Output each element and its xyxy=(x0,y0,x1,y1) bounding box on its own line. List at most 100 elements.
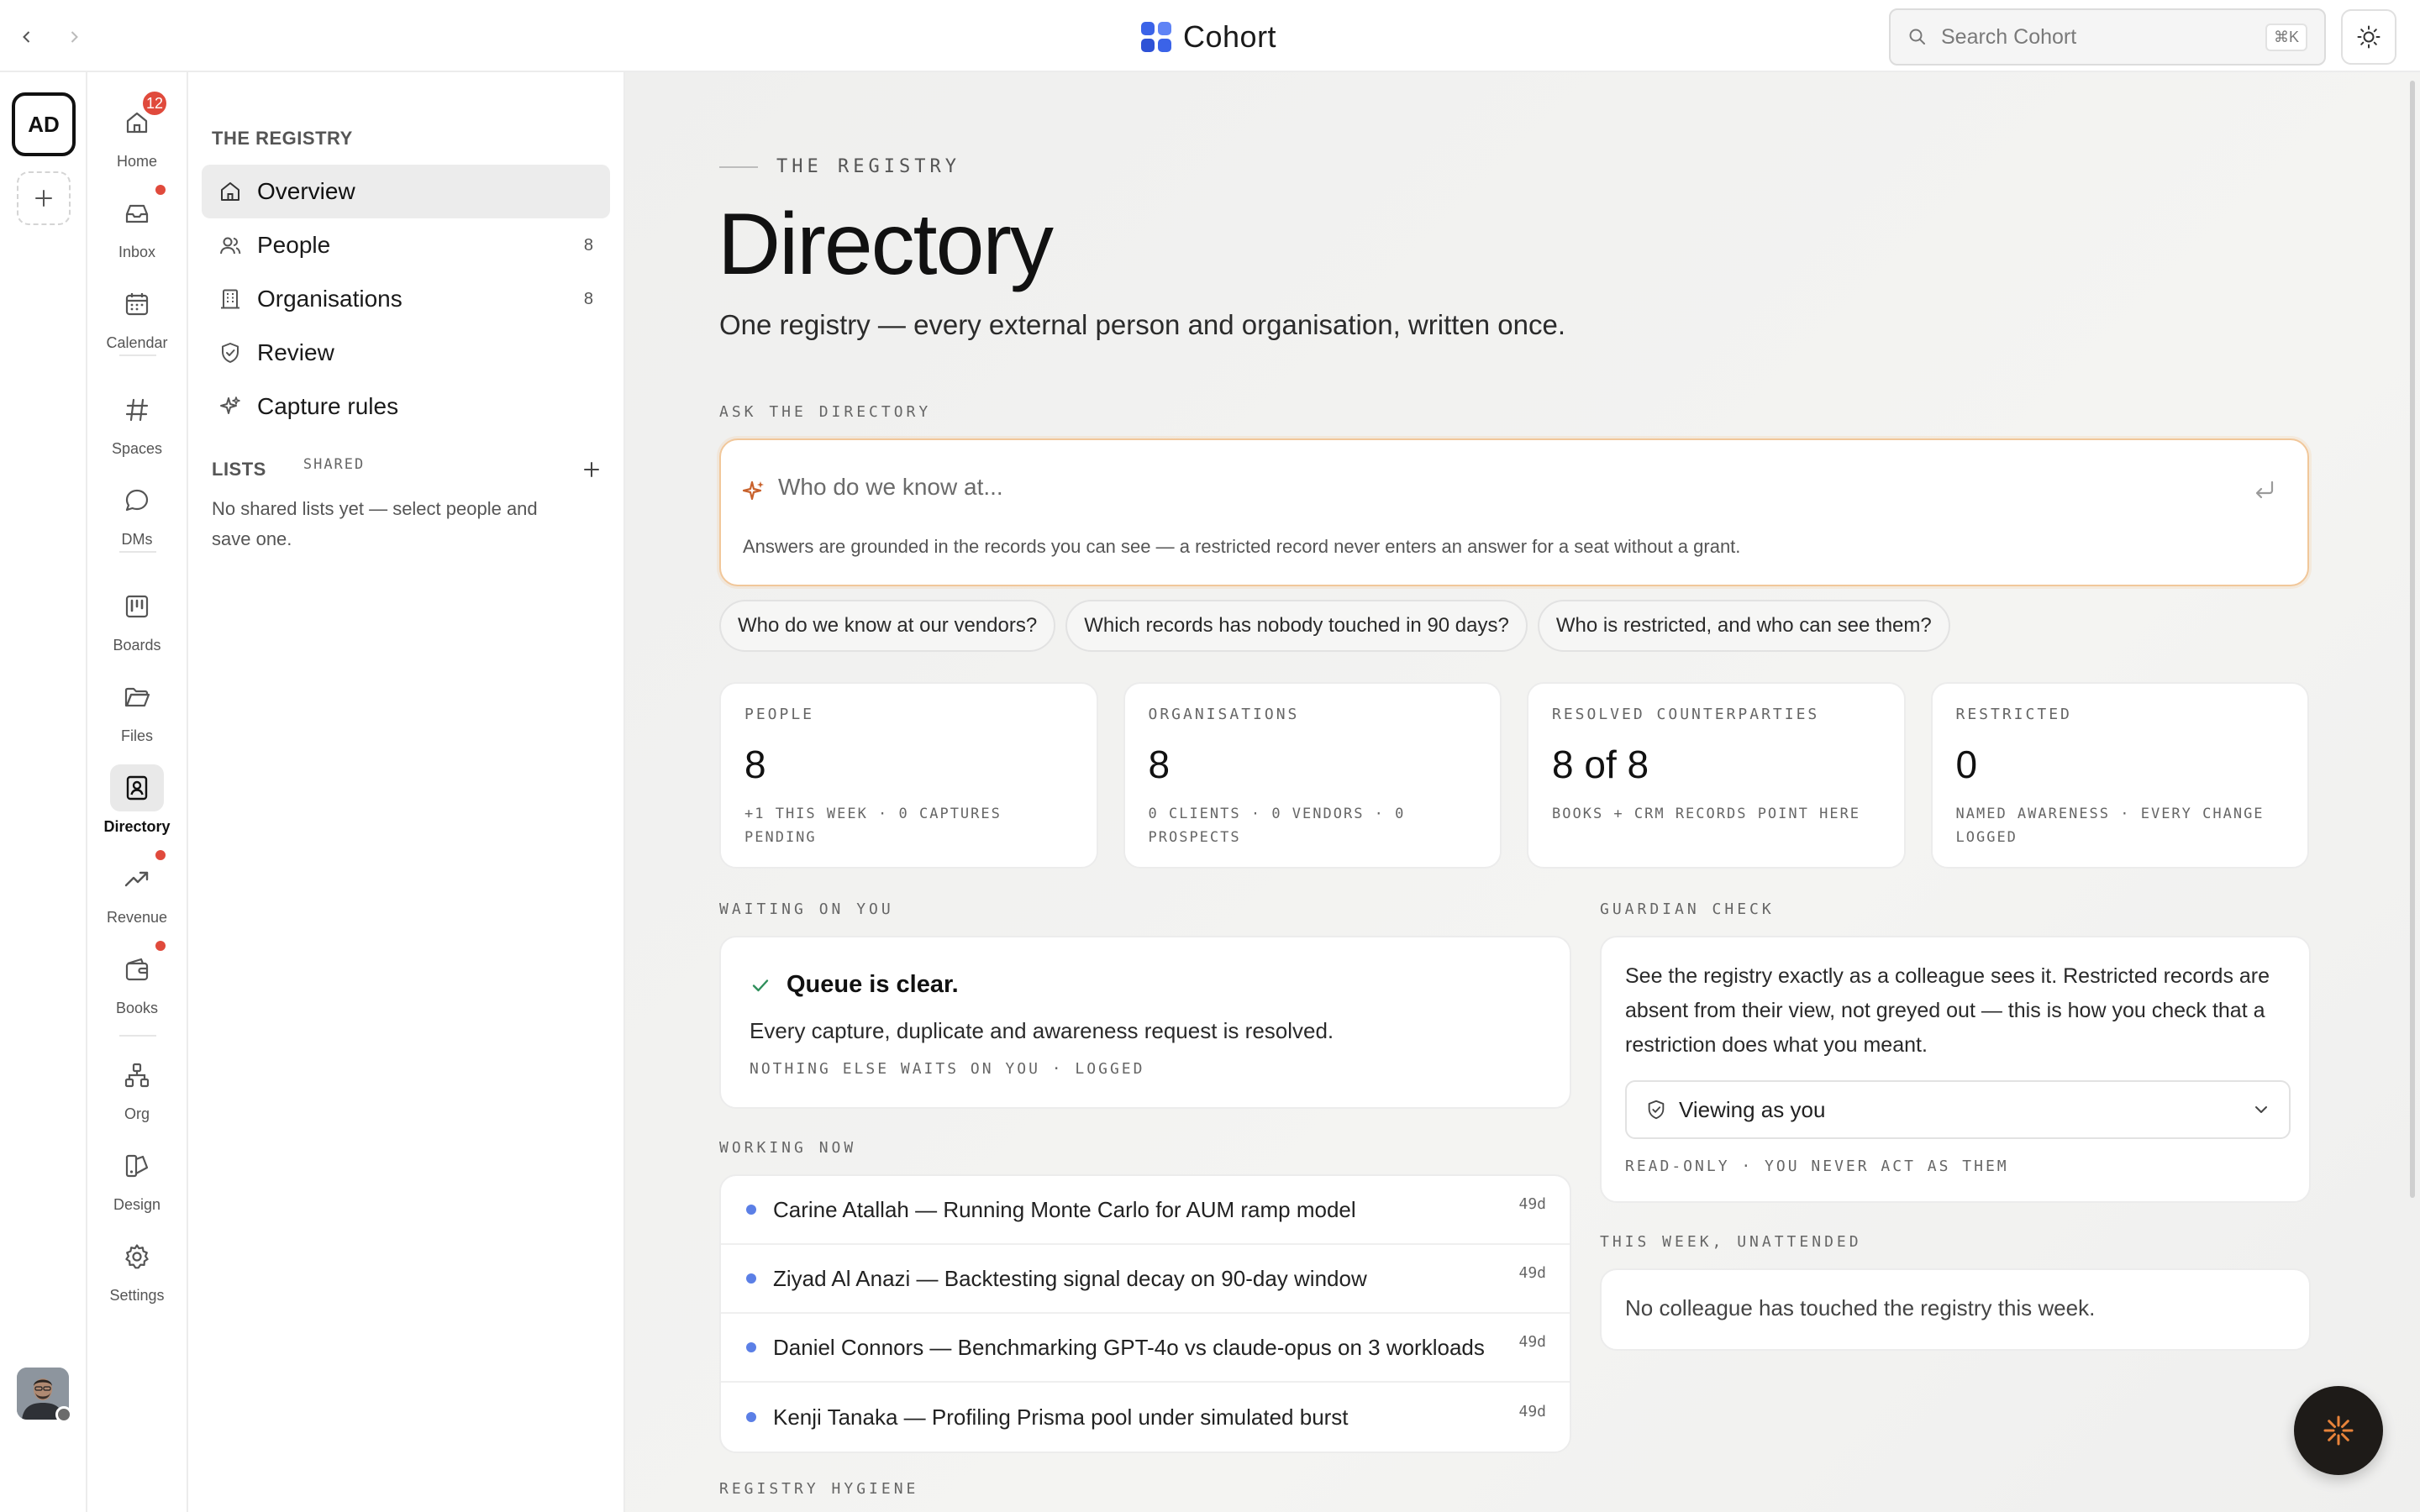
nav-label-books: Books xyxy=(115,1000,159,1016)
stat-note: NAMED AWARENESS · EVERY CHANGE LOGGED xyxy=(1955,806,2265,846)
working-list: Carine Atallah — Running Monte Carlo for… xyxy=(719,1174,1571,1453)
work-item-text: Daniel Connors — Benchmarking GPT-4o vs … xyxy=(773,1334,1485,1360)
sparkle-icon xyxy=(220,396,240,414)
plus-icon xyxy=(584,462,599,477)
nav-label-org: Org xyxy=(124,1105,150,1122)
suggestion-chip[interactable]: Which records has nobody touched in 90 d… xyxy=(1065,600,1528,652)
sidebar-item-people[interactable]: People 8 xyxy=(202,218,610,272)
forward-button[interactable] xyxy=(57,20,91,54)
shield-check-icon xyxy=(1648,1100,1665,1120)
list-item[interactable]: Carine Atallah — Running Monte Carlo for… xyxy=(721,1176,1570,1245)
ask-section-label: ASK THE DIRECTORY xyxy=(719,403,932,421)
work-item-age: 49d xyxy=(1518,1332,1546,1351)
ask-placeholder[interactable]: Who do we know at... xyxy=(778,474,1003,501)
status-dot xyxy=(746,1273,756,1284)
nav-item-home[interactable]: 12 Home xyxy=(87,89,187,171)
list-item[interactable]: Kenji Tanaka — Profiling Prisma pool und… xyxy=(721,1383,1570,1452)
sidebar-item-capture-rules[interactable]: Capture rules xyxy=(202,380,610,433)
nav-label-settings: Settings xyxy=(109,1287,165,1304)
nav-item-files[interactable]: Files xyxy=(87,674,187,745)
sun-icon xyxy=(2357,25,2381,49)
nav-label-inbox: Inbox xyxy=(118,244,156,260)
chat-bubble-icon xyxy=(125,489,149,512)
sidebar-item-label: Organisations xyxy=(257,286,402,312)
stat-label: RESTRICTED xyxy=(1955,706,2072,723)
board-icon xyxy=(125,595,149,618)
assistant-button[interactable] xyxy=(2294,1386,2383,1475)
nav-item-books[interactable]: Books xyxy=(87,941,187,1017)
sidebar-item-label: Capture rules xyxy=(257,393,399,419)
stat-note: 0 CLIENTS · 0 VENDORS · 0 PROSPECTS xyxy=(1148,806,1406,846)
sidebar-item-review[interactable]: Review xyxy=(202,326,610,380)
scrollbar[interactable] xyxy=(2410,81,2415,1198)
nav-divider xyxy=(119,551,156,553)
stat-note: +1 THIS WEEK · 0 CAPTURES PENDING xyxy=(744,806,1002,846)
suggestion-chip[interactable]: Who is restricted, and who can see them? xyxy=(1537,600,1950,652)
stat-label: RESOLVED COUNTERPARTIES xyxy=(1552,706,1820,723)
stat-note: BOOKS + CRM RECORDS POINT HERE xyxy=(1552,806,1861,822)
workspace-rail: AD xyxy=(0,72,87,1512)
list-item[interactable]: Daniel Connors — Benchmarking GPT-4o vs … xyxy=(721,1314,1570,1383)
nav-item-directory[interactable]: Directory xyxy=(87,764,187,836)
add-workspace-button[interactable] xyxy=(17,171,71,225)
viewing-as-value: Viewing as you xyxy=(1679,1096,1826,1122)
nav-label-directory: Directory xyxy=(103,818,171,835)
cohort-logo-icon xyxy=(1141,22,1171,52)
work-item-age: 49d xyxy=(1518,1194,1546,1213)
unattended-text: No colleague has touched the registry th… xyxy=(1625,1295,2096,1320)
nav-item-settings[interactable]: Settings xyxy=(87,1233,187,1305)
stat-card-organisations[interactable]: ORGANISATIONS 8 0 CLIENTS · 0 VENDORS · … xyxy=(1123,682,1502,869)
work-item-text: Ziyad Al Anazi — Backtesting signal deca… xyxy=(773,1265,1367,1291)
nav-divider xyxy=(119,1035,156,1037)
nav-item-revenue[interactable]: Revenue xyxy=(87,850,187,927)
guardian-card: See the registry exactly as a colleague … xyxy=(1600,936,2311,1203)
sidebar-item-organisations[interactable]: Organisations 8 xyxy=(202,272,610,326)
building-icon xyxy=(221,289,239,309)
nav-item-boards[interactable]: Boards xyxy=(87,583,187,654)
stat-card-people[interactable]: PEOPLE 8 +1 THIS WEEK · 0 CAPTURES PENDI… xyxy=(719,682,1098,869)
status-dot xyxy=(746,1412,756,1422)
ask-disclaimer: Answers are grounded in the records you … xyxy=(743,536,1741,557)
nav-label-boards: Boards xyxy=(113,637,161,654)
stat-card-restricted[interactable]: RESTRICTED 0 NAMED AWARENESS · EVERY CHA… xyxy=(1930,682,2309,869)
nav-item-dms[interactable]: DMs xyxy=(87,477,187,549)
nav-label-dms: DMs xyxy=(121,531,153,548)
sidebar-item-count: 8 xyxy=(583,235,593,255)
queue-header: Queue is clear. xyxy=(750,971,959,999)
work-item-age: 49d xyxy=(1518,1402,1546,1420)
nav-item-spaces[interactable]: Spaces xyxy=(87,386,187,458)
sidebar-item-overview[interactable]: Overview xyxy=(202,165,610,218)
gear-icon xyxy=(125,1244,149,1269)
guardian-section-label: GUARDIAN CHECK xyxy=(1600,900,1775,918)
shield-check-icon xyxy=(222,343,239,363)
main-content: THE REGISTRY Directory One registry — ev… xyxy=(625,72,2420,1512)
trend-up-icon xyxy=(124,871,149,887)
brand[interactable]: Cohort xyxy=(1141,18,1276,55)
page-subtitle: One registry — every external person and… xyxy=(719,309,1566,340)
add-list-button[interactable] xyxy=(581,459,602,480)
workspace-avatar[interactable]: AD xyxy=(12,92,76,156)
org-chart-icon xyxy=(124,1063,150,1088)
ask-directory-input[interactable]: Who do we know at... Answers are grounde… xyxy=(719,438,2309,586)
search-placeholder: Search Cohort xyxy=(1941,24,2077,49)
list-item[interactable]: Ziyad Al Anazi — Backtesting signal deca… xyxy=(721,1245,1570,1314)
plus-icon xyxy=(35,190,52,207)
lists-title: LISTS xyxy=(212,459,266,480)
nav-item-calendar[interactable]: Calendar xyxy=(87,281,187,352)
submit-question-button[interactable] xyxy=(2252,477,2277,502)
sidebar-item-label: People xyxy=(257,232,331,258)
viewing-as-select[interactable]: Viewing as you xyxy=(1625,1080,2291,1139)
nav-item-org[interactable]: Org xyxy=(87,1052,187,1123)
nav-item-design[interactable]: Design xyxy=(87,1142,187,1214)
search-input[interactable]: Search Cohort ⌘K xyxy=(1889,8,2326,66)
nav-item-inbox[interactable]: Inbox xyxy=(87,185,187,261)
wallet-icon xyxy=(125,958,149,981)
back-button[interactable] xyxy=(10,20,44,54)
suggestion-chip[interactable]: Who do we know at our vendors? xyxy=(719,600,1056,652)
eyebrow-text: THE REGISTRY xyxy=(776,156,960,177)
contact-book-icon xyxy=(126,775,148,801)
status-dot xyxy=(746,1342,756,1352)
stat-card-resolved-counterparties[interactable]: RESOLVED COUNTERPARTIES 8 of 8 BOOKS + C… xyxy=(1527,682,1906,869)
design-icon xyxy=(125,1154,149,1178)
theme-toggle-button[interactable] xyxy=(2341,9,2396,65)
